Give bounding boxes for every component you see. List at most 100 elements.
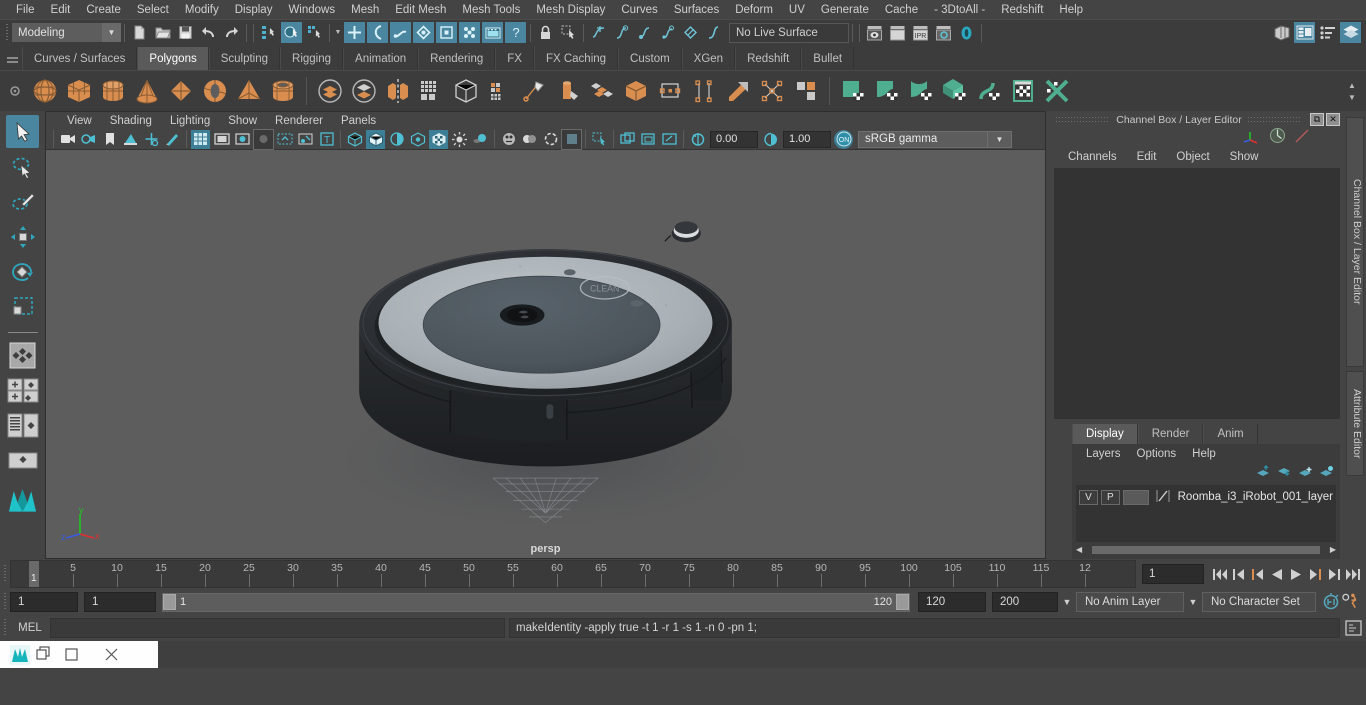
anim-layer-dropdown-arrow[interactable]: ▼ <box>1058 592 1076 612</box>
render-current-frame-icon[interactable] <box>864 22 885 43</box>
show-hide-channel-box-icon[interactable] <box>1340 22 1361 43</box>
booleans-icon[interactable] <box>449 74 483 108</box>
undo-icon[interactable] <box>198 22 219 43</box>
foamy-tool-icon[interactable] <box>972 74 1006 108</box>
layer-name-label[interactable]: Roomba_i3_iRobot_001_layer <box>1178 491 1333 503</box>
image-plane-icon[interactable] <box>121 130 140 149</box>
bridge-icon[interactable] <box>619 74 653 108</box>
two-d-pan-zoom-icon[interactable] <box>142 130 161 149</box>
range-slider-bar[interactable]: 1 120 <box>162 593 910 612</box>
maya-app-icon[interactable] <box>10 645 30 665</box>
rotation-dial-icon[interactable] <box>1269 127 1286 147</box>
viewport-menu-lighting[interactable]: Lighting <box>161 115 219 127</box>
flatten-tool-icon[interactable] <box>938 74 972 108</box>
redo-previous-render-icon[interactable] <box>887 22 908 43</box>
snap-to-point-icon[interactable] <box>390 22 411 43</box>
vtab-channel-box[interactable]: Channel Box / Layer Editor <box>1346 117 1364 367</box>
manipulator-axis-icon[interactable] <box>1243 128 1261 147</box>
step-back-frame-icon[interactable] <box>1248 564 1267 584</box>
redo-icon[interactable] <box>221 22 242 43</box>
menu-windows[interactable]: Windows <box>280 2 343 18</box>
select-by-component-icon[interactable] <box>304 22 325 43</box>
select-tool-toggle-icon[interactable] <box>558 22 579 43</box>
menu-curves[interactable]: Curves <box>613 2 665 18</box>
shelf-scroll-arrows[interactable]: ▲▼ <box>1342 81 1362 102</box>
menu-edit-mesh[interactable]: Edit Mesh <box>387 2 454 18</box>
panel-drag-handle[interactable] <box>1056 115 1110 124</box>
play-backwards-icon[interactable] <box>1267 564 1286 584</box>
viewport-menu-view[interactable]: View <box>58 115 101 127</box>
layer-color-icon[interactable] <box>1155 488 1171 507</box>
layout-hypershade-icon[interactable] <box>6 444 39 477</box>
menu-mesh-display[interactable]: Mesh Display <box>528 2 613 18</box>
character-set-dropdown-arrow[interactable]: ▼ <box>1184 592 1202 612</box>
smooth-icon[interactable] <box>415 74 449 108</box>
go-to-start-icon[interactable] <box>1210 564 1229 584</box>
multi-cut-icon[interactable] <box>483 74 517 108</box>
time-slider-track[interactable]: 1 51015202530354045505560657075808590951… <box>10 560 1136 588</box>
graph-line-icon[interactable] <box>1294 128 1310 147</box>
help-line-icon[interactable]: ? <box>505 22 526 43</box>
render-settings-icon[interactable] <box>933 22 954 43</box>
animation-preferences-icon[interactable] <box>1341 592 1360 612</box>
edit-menu[interactable]: Edit <box>1127 151 1167 163</box>
color-management-toggle-icon[interactable]: ON <box>834 130 853 149</box>
menu-set-selector[interactable]: Modeling <box>12 23 102 42</box>
viewport-menu-panels[interactable]: Panels <box>332 115 385 127</box>
offset-edge-loop-icon[interactable] <box>721 74 755 108</box>
lock-icon[interactable] <box>535 22 556 43</box>
viewport-menu-show[interactable]: Show <box>219 115 266 127</box>
character-set-selector[interactable]: No Character Set <box>1202 592 1316 612</box>
poly-split-icon[interactable] <box>789 74 823 108</box>
camera-attributes-icon[interactable] <box>79 130 98 149</box>
select-by-hierarchy-icon[interactable] <box>258 22 279 43</box>
film-gate-icon[interactable] <box>212 130 231 149</box>
time-slider-grip[interactable] <box>2 563 10 585</box>
curve-snap-view-icon[interactable] <box>703 22 724 43</box>
xray-joints-icon[interactable] <box>275 130 294 149</box>
auto-keyframe-icon[interactable] <box>1322 592 1341 612</box>
scale-tool-icon[interactable] <box>6 290 39 323</box>
step-forward-keyframe-icon[interactable] <box>1324 564 1343 584</box>
roomba-3d-model[interactable]: CLEAN iRobot <box>46 150 1045 558</box>
new-scene-icon[interactable] <box>129 22 150 43</box>
layer-row[interactable]: V P Roomba_i3_iRobot_001_layer <box>1079 488 1333 506</box>
make-live-icon[interactable] <box>459 22 480 43</box>
display-layers-icon[interactable] <box>639 130 658 149</box>
move-layer-up-icon[interactable] <box>1256 465 1271 481</box>
freeze-tool-icon[interactable] <box>1040 74 1074 108</box>
snap-to-projected-center-icon[interactable] <box>413 22 434 43</box>
current-time-indicator[interactable]: 1 <box>29 561 39 588</box>
layout-four-view-icon[interactable] <box>6 374 39 407</box>
menu-redshift[interactable]: Redshift <box>993 2 1051 18</box>
shelf-tab-polygons[interactable]: Polygons <box>137 47 208 70</box>
use-all-lights-icon[interactable] <box>450 130 469 149</box>
shadows-icon[interactable] <box>471 130 490 149</box>
step-forward-frame-icon[interactable] <box>1305 564 1324 584</box>
range-slider-grip[interactable] <box>2 591 10 613</box>
create-layer-from-selection-icon[interactable] <box>1319 465 1334 481</box>
isolate-select-icon[interactable] <box>590 130 609 149</box>
channels-menu[interactable]: Channels <box>1058 151 1127 163</box>
color-space-dropdown-arrow[interactable]: ▼ <box>988 131 1012 148</box>
menu-help[interactable]: Help <box>1051 2 1091 18</box>
curve-snap-point-icon[interactable] <box>634 22 655 43</box>
animation-end-time-field[interactable]: 200 <box>992 592 1058 612</box>
menu-mesh[interactable]: Mesh <box>343 2 387 18</box>
tab-render-layers[interactable]: Render <box>1138 424 1204 444</box>
script-editor-icon[interactable] <box>1342 617 1364 639</box>
viewport-aa-icon[interactable] <box>562 130 581 149</box>
shelf-menu-icon[interactable] <box>2 45 22 70</box>
menu-deform[interactable]: Deform <box>727 2 781 18</box>
snap-to-view-plane-icon[interactable] <box>436 22 457 43</box>
menu-display[interactable]: Display <box>227 2 281 18</box>
viewport-menu-shading[interactable]: Shading <box>101 115 161 127</box>
undock-panel-icon[interactable]: ⧉ <box>1310 113 1324 126</box>
shelf-tab-xgen[interactable]: XGen <box>682 47 735 70</box>
layers-menu[interactable]: Layers <box>1078 448 1129 460</box>
construction-history-icon[interactable] <box>482 22 503 43</box>
exposure-reset-icon[interactable] <box>688 130 707 149</box>
motion-blur-icon[interactable] <box>520 130 539 149</box>
show-hide-tool-settings-icon[interactable] <box>1317 22 1338 43</box>
gate-mask-icon[interactable] <box>254 130 273 149</box>
